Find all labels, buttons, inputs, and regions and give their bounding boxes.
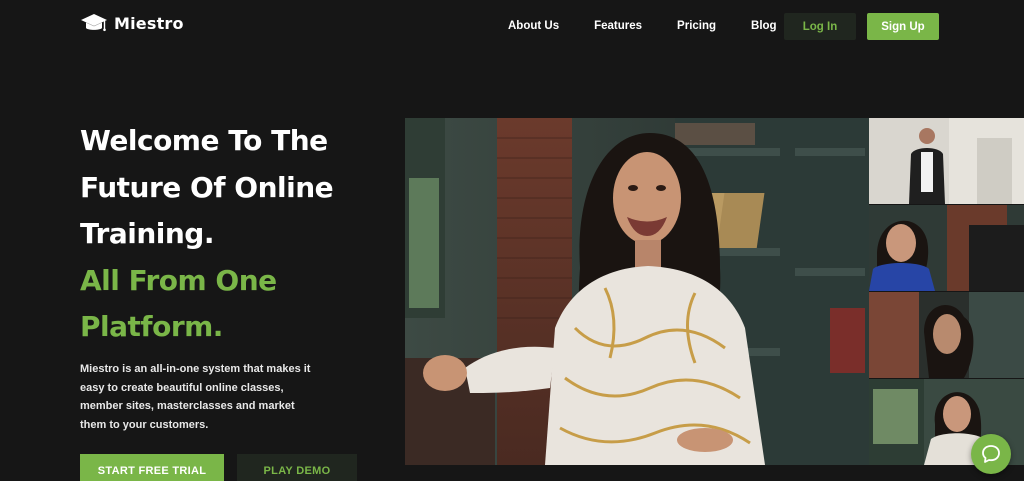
chat-button[interactable] [971, 434, 1011, 474]
hero-heading: Welcome To The Future Of Online Training… [80, 118, 400, 351]
play-demo-button[interactable]: PLAY DEMO [237, 454, 357, 481]
hero-title-line: Training. [80, 217, 214, 250]
login-button[interactable]: Log In [784, 13, 856, 40]
hero-title-line: Future Of Online [80, 170, 334, 204]
nav-link-features[interactable]: Features [594, 20, 642, 32]
presenter-thumbnail-3[interactable] [869, 292, 1024, 378]
nav-link-about-us[interactable]: About Us [508, 20, 559, 32]
nav-links: About Us Features Pricing Blog [508, 20, 777, 32]
thumbnail-image [869, 118, 1024, 204]
presenter-thumbnails [869, 118, 1024, 465]
signup-button[interactable]: Sign Up [867, 13, 939, 40]
brand-logo[interactable]: Miestro [80, 12, 184, 34]
top-navigation: Miestro About Us Features Pricing Blog L… [0, 0, 1024, 54]
start-free-trial-button[interactable]: START FREE TRIAL [80, 454, 224, 481]
hero-accent-line: All From One [80, 263, 277, 297]
graduation-cap-icon [81, 14, 107, 32]
brand-name: Miestro [114, 13, 184, 33]
hero-description: Miestro is an all-in-one system that mak… [80, 363, 311, 431]
nav-link-pricing[interactable]: Pricing [677, 20, 716, 32]
chat-icon [982, 445, 1000, 463]
hero-title-line: Welcome To The [80, 124, 328, 157]
hero-accent-line: Platform. [80, 310, 223, 343]
thumbnail-image [869, 205, 1024, 291]
nav-link-blog[interactable]: Blog [751, 20, 777, 32]
presenter-video-image [405, 118, 869, 465]
presenter-thumbnail-1[interactable] [869, 118, 1024, 204]
presenter-thumbnail-2[interactable] [869, 205, 1024, 291]
thumbnail-image [869, 292, 1024, 378]
presenter-video[interactable] [405, 118, 869, 465]
